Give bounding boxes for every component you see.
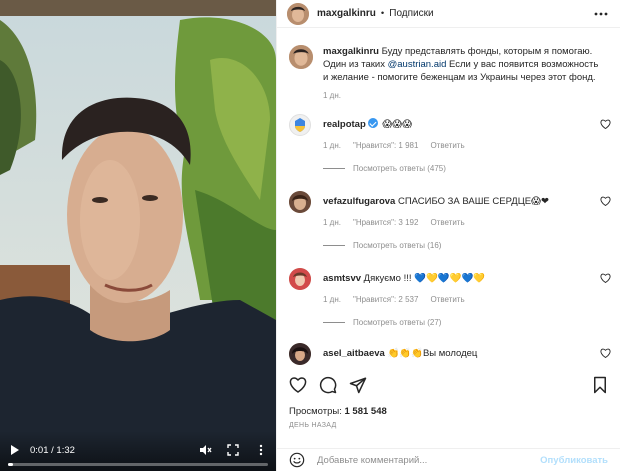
comment-emojis: 😱❤	[531, 196, 549, 207]
comment-text: Вы молодец	[422, 348, 478, 359]
video-time: 0:01 / 1:32	[30, 444, 75, 456]
comment-username[interactable]: asmtsvv	[323, 273, 361, 284]
avatar[interactable]	[289, 114, 311, 136]
comment-username[interactable]: vefazulfugarova	[323, 196, 395, 207]
avatar[interactable]	[289, 268, 311, 290]
comment-time[interactable]: 1 дн.	[323, 141, 341, 150]
heart-icon[interactable]	[600, 348, 612, 360]
heart-icon[interactable]	[600, 273, 612, 285]
avatar[interactable]	[289, 191, 311, 213]
comment-time[interactable]: 1 дн.	[323, 218, 341, 227]
comment-text: СПАСИБО ЗА ВАШЕ СЕРДЦЕ	[397, 196, 532, 207]
verified-badge-icon	[367, 118, 378, 128]
comment-likes[interactable]: "Нравится": 3 192	[353, 218, 418, 227]
post-panel: maxgalkinru • Подписки maxgalkinru Буду …	[276, 0, 620, 471]
play-icon[interactable]	[8, 443, 22, 457]
reply-button[interactable]: Ответить	[430, 141, 464, 150]
like-heart-icon[interactable]	[289, 376, 307, 394]
more-icon[interactable]	[594, 7, 608, 21]
bookmark-icon[interactable]	[592, 376, 610, 394]
post-caption: maxgalkinru Буду представлять фонды, кот…	[277, 29, 620, 100]
post-timestamp[interactable]: ДЕНЬ НАЗАД	[289, 422, 337, 429]
divider-line	[323, 168, 345, 169]
reply-button[interactable]: Ответить	[430, 295, 464, 304]
video-progress-fill	[8, 463, 14, 466]
comment-input[interactable]	[317, 454, 541, 466]
publish-button[interactable]: Опубликовать	[540, 455, 608, 466]
comment-item: vefazulfugarova СПАСИБО ЗА ВАШЕ СЕРДЦЕ😱❤…	[277, 191, 620, 250]
comment-likes[interactable]: "Нравится": 2 537	[353, 295, 418, 304]
view-replies-button[interactable]: Посмотреть ответы (475)	[323, 164, 586, 173]
following-button[interactable]: Подписки	[389, 8, 433, 19]
avatar[interactable]	[287, 2, 309, 25]
view-replies-button[interactable]: Посмотреть ответы (27)	[323, 318, 586, 327]
comment-icon[interactable]	[319, 376, 337, 394]
share-icon[interactable]	[349, 376, 367, 394]
comment-time[interactable]: 1 дн.	[323, 295, 341, 304]
comment-text: Дякуємо !!!	[363, 273, 412, 284]
mute-icon[interactable]	[198, 443, 212, 457]
video-frame	[0, 0, 276, 471]
avatar[interactable]	[289, 343, 311, 365]
emoji-icon[interactable]	[289, 452, 305, 468]
comment-item: asmtsvv Дякуємо !!! 💙💛💙💛💙💛 1 дн. "Нравит…	[277, 268, 620, 327]
comment-username[interactable]: realpotap	[323, 119, 366, 130]
comment-emojis: 👏👏👏	[387, 348, 423, 359]
header-username[interactable]: maxgalkinru	[317, 8, 376, 19]
fullscreen-icon[interactable]	[226, 443, 240, 457]
comment-item: realpotap 😱😱😱 1 дн. "Нравится": 1 981 От…	[277, 114, 620, 173]
divider-line	[323, 245, 345, 246]
avatar[interactable]	[289, 45, 313, 69]
instagram-post: 0:01 / 1:32 maxgalkinru • Подписки maxga…	[0, 0, 620, 471]
comment-emojis: 💙💛💙💛💙💛	[414, 273, 486, 284]
video-player[interactable]: 0:01 / 1:32	[0, 0, 276, 471]
comment-composer: Опубликовать	[277, 448, 620, 471]
caption-time[interactable]: 1 дн.	[323, 91, 341, 100]
view-replies-button[interactable]: Посмотреть ответы (16)	[323, 241, 586, 250]
heart-icon[interactable]	[600, 119, 612, 131]
views-value: 1 581 548	[344, 406, 387, 417]
video-progress-bar[interactable]	[8, 463, 268, 466]
comment-username[interactable]: asel_aitbaeva	[323, 348, 385, 359]
post-header: maxgalkinru • Подписки	[277, 0, 620, 28]
comment-item: asel_aitbaeva 👏👏👏Вы молодец	[277, 343, 620, 365]
views-label: Просмотры:	[289, 406, 342, 417]
view-count[interactable]: Просмотры: 1 581 548	[289, 406, 387, 417]
view-replies-label: Посмотреть ответы (475)	[353, 164, 446, 173]
divider-line	[323, 322, 345, 323]
comment-likes[interactable]: "Нравится": 1 981	[353, 141, 418, 150]
video-controls: 0:01 / 1:32	[0, 431, 276, 471]
comments-scroll[interactable]: maxgalkinru Буду представлять фонды, кот…	[277, 29, 620, 365]
view-replies-label: Посмотреть ответы (27)	[353, 318, 442, 327]
more-options-icon[interactable]	[254, 443, 268, 457]
comment-emojis: 😱😱😱	[382, 119, 413, 130]
heart-icon[interactable]	[600, 196, 612, 208]
view-replies-label: Посмотреть ответы (16)	[353, 241, 442, 250]
caption-username[interactable]: maxgalkinru	[323, 46, 379, 57]
caption-mention[interactable]: @austrian.aid	[388, 59, 447, 70]
post-actions	[289, 374, 610, 396]
reply-button[interactable]: Ответить	[430, 218, 464, 227]
separator-dot: •	[380, 8, 385, 19]
